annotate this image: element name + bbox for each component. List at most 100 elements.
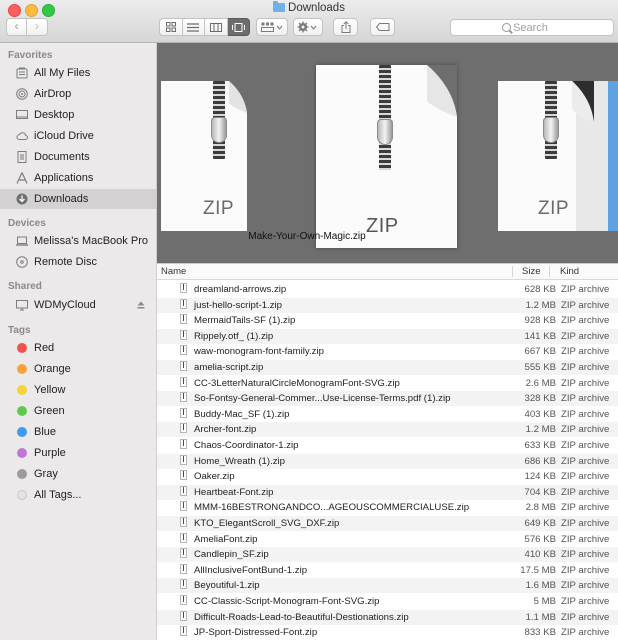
zip-file-icon xyxy=(180,610,187,621)
file-name: amelia-script.zip xyxy=(194,362,264,373)
sidebar-item-wdmycloud[interactable]: WDMyCloud xyxy=(0,295,156,315)
file-row[interactable]: Oaker.zip 124 KB ZIP archive xyxy=(157,469,618,484)
sidebar-item-desktop[interactable]: Desktop xyxy=(0,105,156,125)
sidebar-item-icloud-drive[interactable]: iCloud Drive xyxy=(0,126,156,146)
file-row[interactable]: CC-Classic-Script-Monogram-Font-SVG.zip 5… xyxy=(157,594,618,609)
cloud-icon xyxy=(16,132,28,140)
file-row[interactable]: AmeliaFont.zip 576 KB ZIP archive xyxy=(157,532,618,547)
zip-file-icon xyxy=(180,563,187,574)
file-row[interactable]: MermaidTails-SF (1).zip 928 KB ZIP archive xyxy=(157,313,618,328)
file-row[interactable]: Buddy-Mac_SF (1).zip 403 KB ZIP archive xyxy=(157,407,618,422)
sidebar-item-airdrop[interactable]: AirDrop xyxy=(0,84,156,104)
sidebar-item-label: Red xyxy=(34,342,55,354)
file-size: 704 KB xyxy=(524,486,556,498)
arrange-button[interactable] xyxy=(256,18,288,36)
search-input[interactable] xyxy=(513,20,608,35)
file-row[interactable]: Home_Wreath (1).zip 686 KB ZIP archive xyxy=(157,453,618,469)
page-curl-icon xyxy=(229,81,247,113)
sidebar-tag-purple[interactable]: Purple xyxy=(0,443,156,463)
cover-flow-view-button[interactable] xyxy=(227,18,250,36)
cover-flow-caption: Make-Your-Own-Magic.zip xyxy=(248,231,366,242)
file-row[interactable]: KTO_ElegantScroll_SVG_DXF.zip 649 KB ZIP a… xyxy=(157,516,618,531)
edit-tags-button[interactable] xyxy=(370,18,395,36)
zip-file-icon xyxy=(180,345,187,356)
sidebar-item-downloads[interactable]: Downloads xyxy=(0,189,156,209)
file-kind: ZIP archive xyxy=(561,330,610,342)
file-name: Oaker.zip xyxy=(194,471,235,483)
green-tag-dot-icon xyxy=(17,406,27,416)
file-kind: ZIP archive xyxy=(561,455,610,467)
file-row[interactable]: MMM-16BESTRONGANDCO...AGEOUSCOMMERCIALUS… xyxy=(157,500,618,515)
list-view-button[interactable] xyxy=(182,18,205,36)
cover-item-left[interactable]: ZIP xyxy=(161,81,247,231)
action-button[interactable] xyxy=(293,18,323,36)
file-row[interactable]: Heartbeat-Font.zip 704 KB ZIP archive xyxy=(157,484,618,500)
file-size: 328 KB xyxy=(524,393,556,405)
file-kind: ZIP archive xyxy=(561,346,610,358)
eject-icon[interactable] xyxy=(137,301,145,309)
sidebar-tag-yellow[interactable]: Yellow xyxy=(0,380,156,400)
sidebar-tag-orange[interactable]: Orange xyxy=(0,359,156,379)
cover-item-right[interactable]: ZIP xyxy=(498,81,618,231)
search-field[interactable] xyxy=(450,19,614,36)
file-name: So-Fontsy-General-Commer...Use-License-T… xyxy=(194,393,451,405)
file-kind: ZIP archive xyxy=(561,299,610,311)
back-button[interactable]: ‹ xyxy=(6,18,27,36)
zip-file-icon xyxy=(180,470,187,481)
forward-button[interactable]: › xyxy=(27,18,48,36)
file-row[interactable]: amelia-script.zip 555 KB ZIP archive xyxy=(157,360,618,375)
file-row[interactable]: waw-monogram-font-family.zip 667 KB ZIP ar… xyxy=(157,344,618,359)
column-header-size[interactable]: Size xyxy=(522,266,540,277)
share-button[interactable] xyxy=(333,18,358,36)
sidebar-tag-all-tags[interactable]: All Tags... xyxy=(0,485,156,505)
file-row[interactable]: Candlepin_SF.zip 410 KB ZIP archive xyxy=(157,547,618,563)
sidebar-item-label: Documents xyxy=(34,151,90,163)
file-row[interactable]: So-Fontsy-General-Commer...Use-License-T… xyxy=(157,391,618,407)
cover-flow-pane[interactable]: ZIP ZIP ZIP xyxy=(157,43,618,263)
file-row[interactable]: JP-Sport-Distressed-Font.zip 833 KB ZIP ar… xyxy=(157,625,618,640)
file-name: Beyoutiful-1.zip xyxy=(194,580,260,592)
cover-item-selected[interactable]: ZIP xyxy=(316,65,457,248)
file-kind: ZIP archive xyxy=(561,518,610,529)
file-kind: ZIP archive xyxy=(561,315,610,327)
sidebar-tag-blue[interactable]: Blue xyxy=(0,422,156,442)
file-kind: ZIP archive xyxy=(561,627,610,639)
file-name: KTO_ElegantScroll_SVG_DXF.zip xyxy=(194,518,340,529)
orange-tag-dot-icon xyxy=(17,364,27,374)
file-kind: ZIP archive xyxy=(561,611,610,623)
column-header-name[interactable]: Name xyxy=(161,266,186,277)
icon-view-button[interactable] xyxy=(159,18,183,36)
sidebar-item-remote-disc[interactable]: Remote Disc xyxy=(0,252,156,272)
file-row[interactable]: CC-3LetterNaturalCircleMonogramFont-SVG.… xyxy=(157,376,618,391)
sidebar-tag-red[interactable]: Red xyxy=(0,338,156,358)
file-row[interactable]: dreamland-arrows.zip 628 KB ZIP archive xyxy=(157,282,618,297)
sidebar-item-label: Applications xyxy=(34,172,94,184)
sidebar-tag-green[interactable]: Green xyxy=(0,401,156,421)
column-view-button[interactable] xyxy=(205,18,228,36)
zip-file-icon xyxy=(180,361,187,371)
sidebar: Favorites All My Files AirDrop Desktop i… xyxy=(0,43,157,640)
file-row[interactable]: Difficult-Roads-Lead-to-Beautiful-Destio… xyxy=(157,609,618,625)
file-row[interactable]: just-hello-script-1.zip 1.2 MB ZIP archive xyxy=(157,297,618,313)
file-kind: ZIP archive xyxy=(561,440,610,451)
file-row[interactable]: Beyoutiful-1.zip 1.6 MB ZIP archive xyxy=(157,578,618,594)
file-row[interactable]: Chaos-Coordinator-1.zip 633 KB ZIP archive xyxy=(157,438,618,453)
sidebar-item-applications[interactable]: Applications xyxy=(0,168,156,188)
file-name: AmeliaFont.zip xyxy=(194,533,258,545)
sidebar-item-all-my-files[interactable]: All My Files xyxy=(0,63,156,83)
sidebar-item-documents[interactable]: Documents xyxy=(0,147,156,167)
file-row[interactable]: AllInclusiveFontBund-1.zip 17.5 MB ZIP arc… xyxy=(157,563,618,578)
file-size: 576 KB xyxy=(524,533,556,545)
file-name: Home_Wreath (1).zip xyxy=(194,455,285,467)
zip-file-icon xyxy=(180,517,187,527)
file-kind: ZIP archive xyxy=(561,580,610,592)
file-row[interactable]: Rippely.otf_ (1).zip 141 KB ZIP archive xyxy=(157,328,618,344)
sidebar-item-macbook-pro[interactable]: Melissa's MacBook Pro xyxy=(0,231,156,251)
file-name: waw-monogram-font-family.zip xyxy=(194,346,324,358)
sidebar-item-label: AirDrop xyxy=(34,88,72,100)
file-row[interactable]: Archer-font.zip 1.2 MB ZIP archive xyxy=(157,422,618,438)
file-kind: ZIP archive xyxy=(561,486,610,498)
folder-icon xyxy=(273,1,286,12)
sidebar-tag-gray[interactable]: Gray xyxy=(0,464,156,484)
column-header-kind[interactable]: Kind xyxy=(560,266,579,277)
